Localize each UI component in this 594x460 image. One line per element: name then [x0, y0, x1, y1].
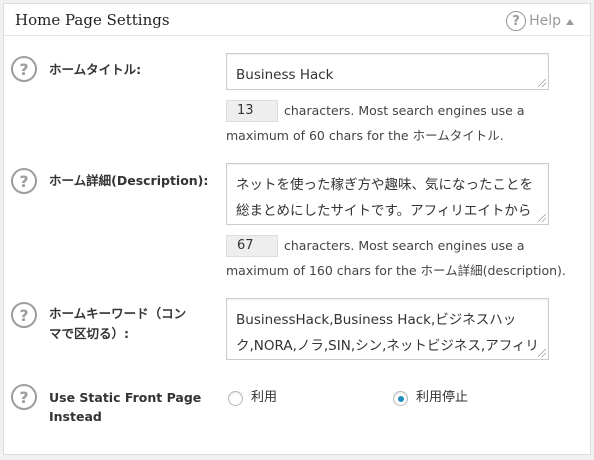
- home-keywords-line-1: BusinessHack,Business Hack,ビジネスハッ: [236, 312, 517, 328]
- home-description-textarea[interactable]: ネットを使った稼ぎ方や趣味、気になったことを 総まとめにしたサイトです。アフィリ…: [226, 163, 549, 225]
- resize-grip-icon[interactable]: [538, 79, 546, 87]
- home-description-help-icon[interactable]: ?: [11, 168, 37, 194]
- radio-stop-label: 利用停止: [416, 390, 469, 405]
- home-keywords-line-2: ク,NORA,ノラ,SIN,シン,ネットビジネス,アフィリ: [236, 338, 539, 354]
- home-title-count-text-2: maximum of 60 chars for the ホームタイトル.: [226, 128, 504, 143]
- home-keywords-label-line-2: マで区切る）:: [49, 326, 129, 341]
- static-front-help-icon[interactable]: ?: [11, 384, 37, 410]
- home-description-count-text-2: maximum of 160 chars for the ホーム詳細(descr…: [226, 263, 566, 278]
- panel-header: Home Page Settings ? Help: [4, 4, 590, 36]
- home-title-count-text-1: characters. Most search engines use a: [284, 103, 525, 118]
- home-description-label: ホーム詳細(Description):: [49, 173, 209, 188]
- home-title-char-count: 13: [226, 100, 278, 122]
- resize-grip-icon[interactable]: [538, 349, 546, 357]
- help-toggle[interactable]: ? Help: [506, 11, 574, 31]
- home-keywords-help-icon[interactable]: ?: [11, 302, 37, 328]
- home-description-char-count: 67: [226, 235, 278, 257]
- home-description-count-text-1: characters. Most search engines use a: [284, 238, 525, 253]
- panel-title: Home Page Settings: [15, 11, 170, 29]
- radio-use[interactable]: [228, 391, 243, 406]
- home-title-value: Business Hack: [236, 67, 334, 83]
- home-title-label: ホームタイトル:: [49, 62, 142, 77]
- static-front-label-line-2: Instead: [49, 409, 102, 424]
- home-page-settings-panel: Home Page Settings ? Help ? ホームタイトル: Bus…: [3, 3, 591, 455]
- home-keywords-label-line-1: ホームキーワード（コン: [49, 306, 187, 321]
- radio-use-label: 利用: [251, 390, 278, 405]
- home-keywords-textarea[interactable]: BusinessHack,Business Hack,ビジネスハッ ク,NORA…: [226, 298, 549, 360]
- question-circle-icon: ?: [506, 11, 527, 31]
- caret-up-icon: [566, 19, 574, 25]
- home-description-line-2: 総まとめにしたサイトです。アフィリエイトから: [236, 203, 532, 219]
- radio-stop[interactable]: [393, 391, 408, 406]
- resize-grip-icon[interactable]: [538, 214, 546, 222]
- home-description-line-1: ネットを使った稼ぎ方や趣味、気になったことを: [236, 177, 533, 193]
- home-title-help-icon[interactable]: ?: [11, 56, 37, 82]
- static-front-label-line-1: Use Static Front Page: [49, 390, 202, 405]
- home-title-input[interactable]: Business Hack: [226, 53, 549, 90]
- help-label: Help: [529, 13, 561, 29]
